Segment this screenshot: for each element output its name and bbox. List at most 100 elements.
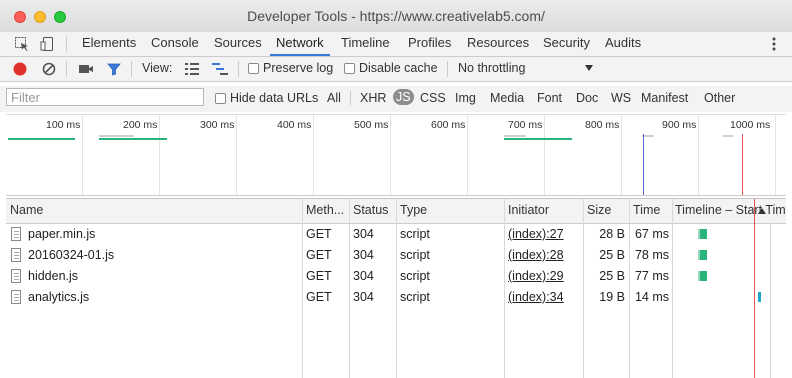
- timeline-download-bar: [700, 271, 707, 281]
- record-icon[interactable]: [12, 61, 28, 77]
- overview-tick-label: 500 ms: [354, 119, 389, 131]
- request-initiator-link[interactable]: (index):28: [508, 248, 564, 262]
- request-name: paper.min.js: [28, 227, 96, 241]
- load-event-line: [742, 134, 743, 195]
- device-mode-icon[interactable]: [40, 36, 56, 52]
- request-status: 304: [353, 248, 374, 262]
- disable-cache-box[interactable]: [344, 63, 355, 74]
- table-row[interactable]: analytics.js GET 304 script (index):34 1…: [6, 287, 786, 308]
- disable-cache-label: Disable cache: [359, 61, 438, 75]
- large-rows-icon[interactable]: [184, 62, 200, 76]
- clear-icon[interactable]: [41, 61, 57, 77]
- more-options-icon[interactable]: [772, 36, 776, 52]
- timeline-download-bar: [758, 292, 761, 302]
- waterfall-overview-icon[interactable]: [211, 62, 229, 76]
- requests-table: Name Meth... Status Type Initiator Size …: [6, 198, 786, 378]
- filter-type-doc[interactable]: Doc: [576, 91, 598, 105]
- column-header-initiator[interactable]: Initiator: [508, 203, 580, 217]
- filter-type-css[interactable]: CSS: [420, 91, 446, 105]
- request-method: GET: [306, 227, 332, 241]
- filter-input[interactable]: Filter: [6, 88, 204, 106]
- overview-tick-label: 300 ms: [200, 119, 235, 131]
- hide-data-urls-checkbox[interactable]: Hide data URLs: [215, 91, 318, 105]
- tab-audits[interactable]: Audits: [599, 34, 647, 54]
- request-type: script: [400, 269, 430, 283]
- column-header-method[interactable]: Meth...: [306, 203, 346, 217]
- column-header-timeline[interactable]: Timeline – Start Time: [675, 203, 785, 217]
- request-size: 25 B: [599, 248, 625, 262]
- tab-security[interactable]: Security: [537, 34, 596, 54]
- overview-gridline: [775, 115, 776, 195]
- hide-data-urls-box[interactable]: [215, 93, 226, 104]
- preserve-log-checkbox[interactable]: Preserve log: [248, 61, 333, 75]
- filter-funnel-icon[interactable]: [106, 61, 122, 77]
- overview-tick-label: 900 ms: [662, 119, 697, 131]
- filter-type-font[interactable]: Font: [537, 91, 562, 105]
- filter-type-ws[interactable]: WS: [611, 91, 631, 105]
- filter-type-manifest[interactable]: Manifest: [641, 91, 688, 105]
- overview-tick-label: 100 ms: [46, 119, 81, 131]
- tab-network[interactable]: Network: [270, 34, 330, 56]
- request-type: script: [400, 227, 430, 241]
- filter-type-xhr[interactable]: XHR: [360, 91, 386, 105]
- column-header-name[interactable]: Name: [10, 203, 300, 217]
- tab-resources[interactable]: Resources: [461, 34, 535, 54]
- request-type: script: [400, 290, 430, 304]
- overview-request-bar: [99, 135, 134, 137]
- request-status: 304: [353, 269, 374, 283]
- request-initiator-link[interactable]: (index):29: [508, 269, 564, 283]
- overview-tick-label: 1000 ms: [730, 119, 771, 131]
- column-header-time[interactable]: Time: [633, 203, 673, 217]
- tab-elements[interactable]: Elements: [76, 34, 142, 54]
- tab-timeline[interactable]: Timeline: [335, 34, 396, 54]
- request-initiator-link[interactable]: (index):34: [508, 290, 564, 304]
- hide-data-urls-label: Hide data URLs: [230, 91, 319, 105]
- request-name: analytics.js: [28, 290, 90, 304]
- toolbar-divider: [238, 61, 239, 77]
- filter-type-media[interactable]: Media: [490, 91, 524, 105]
- preserve-log-box[interactable]: [248, 63, 259, 74]
- request-status: 304: [353, 290, 374, 304]
- column-header-type[interactable]: Type: [400, 203, 500, 217]
- script-file-icon: [11, 227, 21, 241]
- filter-type-other[interactable]: Other: [704, 91, 735, 105]
- inspect-element-icon[interactable]: [14, 36, 30, 52]
- table-row[interactable]: 20160324-01.js GET 304 script (index):28…: [6, 245, 786, 266]
- filter-bar: Filter Hide data URLs All XHR JS CSS Img…: [0, 86, 792, 112]
- script-file-icon: [11, 290, 21, 304]
- request-type: script: [400, 248, 430, 262]
- toolbar-divider: [131, 61, 132, 77]
- sort-ascending-icon: [758, 208, 766, 214]
- column-header-size[interactable]: Size: [587, 203, 627, 217]
- disable-cache-checkbox[interactable]: Disable cache: [344, 61, 438, 75]
- filter-type-img[interactable]: Img: [455, 91, 476, 105]
- tab-profiles[interactable]: Profiles: [402, 34, 457, 54]
- table-row[interactable]: paper.min.js GET 304 script (index):27 2…: [6, 224, 786, 245]
- filter-type-js[interactable]: JS: [393, 89, 414, 105]
- window-title: Developer Tools - https://www.creativela…: [247, 8, 545, 24]
- screenshot-camera-icon[interactable]: [78, 62, 94, 76]
- network-overview[interactable]: 100 ms 200 ms 300 ms 400 ms 500 ms 600 m…: [6, 114, 786, 196]
- script-file-icon: [11, 248, 21, 262]
- overview-tick-label: 200 ms: [123, 119, 158, 131]
- devtools-window: Developer Tools - https://www.creativela…: [0, 0, 792, 378]
- title-bar: Developer Tools - https://www.creativela…: [0, 0, 792, 33]
- overview-gridline: [621, 115, 622, 195]
- request-initiator-link[interactable]: (index):27: [508, 227, 564, 241]
- tab-console[interactable]: Console: [145, 34, 205, 54]
- request-method: GET: [306, 248, 332, 262]
- panel-tabs-bar: Elements Console Sources Network Timelin…: [0, 32, 792, 57]
- tab-sources[interactable]: Sources: [208, 34, 268, 54]
- column-header-status[interactable]: Status: [353, 203, 395, 217]
- filter-type-all[interactable]: All: [327, 91, 341, 105]
- overview-request-bar: [99, 138, 167, 140]
- overview-gridline: [467, 115, 468, 195]
- table-row[interactable]: hidden.js GET 304 script (index):29 25 B…: [6, 266, 786, 287]
- request-size: 19 B: [599, 290, 625, 304]
- dom-content-loaded-line: [643, 134, 644, 195]
- overview-gridline: [82, 115, 83, 195]
- tab-divider: [66, 36, 67, 52]
- timeline-download-bar: [700, 229, 707, 239]
- overview-gridline: [698, 115, 699, 195]
- throttling-select[interactable]: No throttling: [458, 61, 596, 75]
